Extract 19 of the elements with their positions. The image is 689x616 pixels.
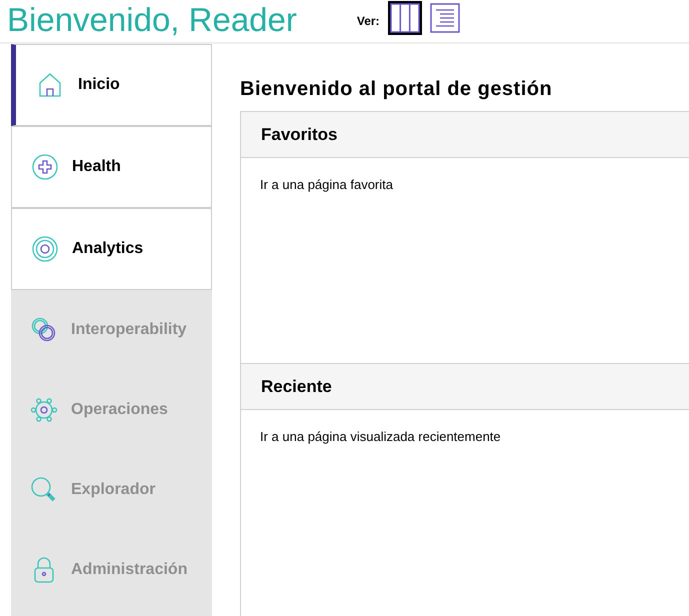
linked-rings-icon: [30, 316, 58, 344]
nav-item[interactable]: Analytics: [11, 208, 212, 290]
columns-icon: [390, 3, 420, 33]
welcome-title: Bienvenido, Reader: [7, 0, 297, 40]
panel-title: Favoritos: [261, 124, 338, 146]
view-toggle[interactable]: [428, 1, 462, 35]
page-heading: Bienvenido al portal de gestión: [240, 77, 554, 101]
target-icon: [31, 235, 59, 263]
gear-icon: [30, 396, 58, 424]
panel-text: Ir a una página visualizada recientemente: [260, 429, 501, 444]
view-label: Ver:: [356, 13, 380, 30]
panel-title: Reciente: [261, 376, 332, 398]
nav-item[interactable]: Inicio: [11, 44, 212, 126]
nav-item[interactable]: Health: [11, 126, 212, 208]
view-toggle[interactable]: [388, 1, 422, 35]
magnifier-icon: [30, 476, 58, 504]
list-icon: [430, 3, 460, 33]
health-cross-icon: [31, 153, 59, 181]
panel-text: Ir a una página favorita: [260, 177, 393, 192]
